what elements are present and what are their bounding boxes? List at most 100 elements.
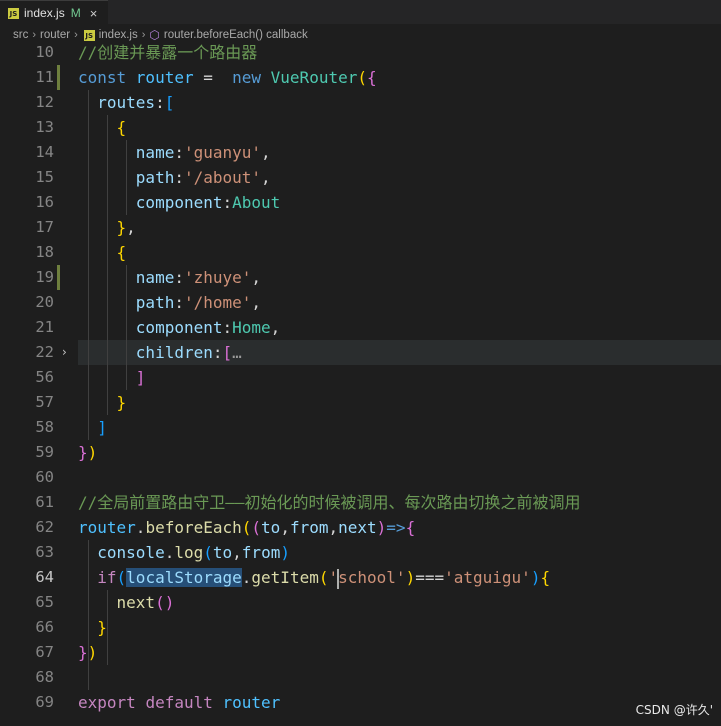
- line-number: 64: [35, 568, 54, 586]
- code-token: ,: [261, 143, 271, 162]
- code-line[interactable]: 11 const router = new VueRouter({: [0, 65, 721, 90]
- code-token: ): [376, 518, 387, 537]
- code-line[interactable]: 21 component:Home,: [0, 315, 721, 340]
- code-text: name:'zhuye',: [78, 265, 261, 290]
- code-token: (: [203, 543, 213, 562]
- code-line[interactable]: 10 //创建并暴露一个路由器: [0, 40, 721, 65]
- line-number: 66: [35, 618, 54, 636]
- code-line[interactable]: 56 ]: [0, 365, 721, 390]
- code-token: ): [280, 543, 290, 562]
- js-file-icon: JS: [8, 7, 19, 19]
- line-number: 65: [35, 593, 54, 611]
- code-token: }: [97, 618, 107, 637]
- code-token: :: [174, 168, 184, 187]
- code-token: localStorage: [126, 568, 242, 587]
- code-token: {: [367, 68, 377, 87]
- code-line[interactable]: 13 {: [0, 115, 721, 140]
- code-line[interactable]: 69 export default router: [0, 690, 721, 715]
- tab-index-js[interactable]: JS index.js M ×: [0, 0, 108, 25]
- code-token: component: [135, 318, 223, 337]
- code-token: log: [174, 543, 204, 562]
- code-token: getItem: [251, 568, 319, 587]
- code-token: next: [338, 518, 377, 537]
- code-token: :: [155, 93, 165, 112]
- code-token: const: [78, 68, 136, 87]
- fold-chevron-icon[interactable]: ›: [62, 340, 67, 365]
- code-token: 'guanyu': [183, 143, 262, 162]
- code-token: new: [232, 68, 271, 87]
- code-token: ,: [270, 318, 281, 337]
- code-text: {: [78, 240, 127, 265]
- code-line[interactable]: 59}): [0, 440, 721, 465]
- code-token: routes: [97, 93, 156, 112]
- code-token: default: [145, 693, 223, 712]
- code-text: console.log(to,from): [78, 540, 290, 565]
- code-line[interactable]: 18 {: [0, 240, 721, 265]
- line-number: 58: [35, 418, 54, 436]
- code-token: '/about': [183, 168, 262, 187]
- code-line[interactable]: 66 }: [0, 615, 721, 640]
- code-line[interactable]: 65 next(): [0, 590, 721, 615]
- code-line[interactable]: 57 }: [0, 390, 721, 415]
- code-line[interactable]: 14 name:'guanyu',: [0, 140, 721, 165]
- code-text: router.beforeEach((to,from,next)=>{: [78, 515, 415, 540]
- line-number: 10: [35, 43, 54, 61]
- line-number: 17: [35, 218, 54, 236]
- code-text: ]: [78, 415, 107, 440]
- code-line[interactable]: 61 //全局前置路由守卫——初始化的时候被调用、每次路由切换之前被调用: [0, 490, 721, 515]
- code-text: component:Home,: [78, 315, 281, 340]
- line-number: 22: [35, 343, 54, 361]
- code-token: component: [135, 193, 223, 212]
- code-line[interactable]: 16 component:About: [0, 190, 721, 215]
- code-token: {: [540, 568, 551, 587]
- code-token: Home: [232, 318, 271, 337]
- code-line[interactable]: 15 path:'/about',: [0, 165, 721, 190]
- line-number: 20: [35, 293, 54, 311]
- code-line[interactable]: 64 if(localStorage.getItem('school')==='…: [0, 565, 721, 590]
- line-number: 61: [35, 493, 54, 511]
- code-token: =: [193, 68, 233, 87]
- code-token: ,: [261, 168, 271, 187]
- line-number: 56: [35, 368, 54, 386]
- code-token: router: [78, 518, 136, 537]
- code-text: next(): [78, 590, 175, 615]
- line-number: 62: [35, 518, 54, 536]
- code-token: 'atguigu': [444, 568, 531, 587]
- code-token: :: [174, 268, 184, 287]
- code-token: children: [135, 343, 213, 362]
- code-line[interactable]: 58 ]: [0, 415, 721, 440]
- code-line[interactable]: 67}): [0, 640, 721, 665]
- code-line[interactable]: 22 › children:[…: [0, 340, 721, 365]
- code-token: ]: [135, 368, 146, 387]
- code-text: path:'/home',: [78, 290, 261, 315]
- code-token: from: [241, 543, 281, 562]
- code-token: ,: [251, 293, 262, 312]
- code-token: :: [222, 193, 233, 212]
- code-token: //创建并暴露一个路由器: [78, 43, 258, 62]
- code-token: beforeEach: [145, 518, 242, 537]
- code-line[interactable]: 20 path:'/home',: [0, 290, 721, 315]
- code-line[interactable]: 62 router.beforeEach((to,from,next)=>{: [0, 515, 721, 540]
- code-token: {: [405, 518, 416, 537]
- code-token: (: [116, 568, 127, 587]
- code-line[interactable]: 17 },: [0, 215, 721, 240]
- code-line[interactable]: 60: [0, 465, 721, 490]
- code-token: }: [78, 443, 88, 462]
- line-number: 12: [35, 93, 54, 111]
- code-line[interactable]: 63 console.log(to,from): [0, 540, 721, 565]
- code-line[interactable]: 19 name:'zhuye',: [0, 265, 721, 290]
- line-number: 67: [35, 643, 54, 661]
- code-line[interactable]: 68: [0, 665, 721, 690]
- code-token: school': [338, 568, 406, 587]
- indent-guide: [87, 540, 89, 690]
- indent-guide: [126, 265, 128, 390]
- code-token: router: [222, 693, 281, 712]
- close-icon[interactable]: ×: [90, 6, 98, 21]
- tab-bar: JS index.js M ×: [0, 0, 721, 25]
- code-text: //创建并暴露一个路由器: [78, 40, 257, 65]
- code-editor[interactable]: 10 //创建并暴露一个路由器 11 const router = new VueRo…: [0, 40, 721, 726]
- code-token: name: [135, 143, 175, 162]
- code-line[interactable]: 12 routes:[: [0, 90, 721, 115]
